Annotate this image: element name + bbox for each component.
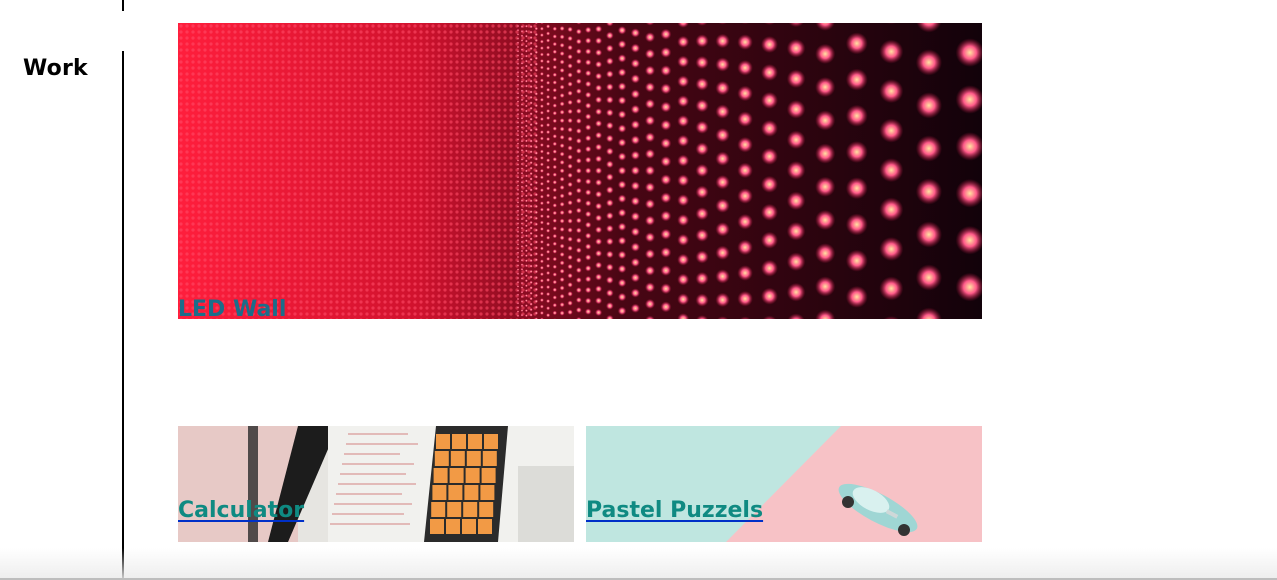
calculator-image — [178, 426, 574, 542]
section-heading-work: Work — [23, 56, 88, 81]
project-card-led-wall[interactable]: LED Wall — [178, 23, 982, 319]
top-rule-fragment — [122, 0, 124, 11]
led-wall-image — [178, 23, 982, 319]
vertical-divider — [122, 51, 124, 580]
pastel-puzzels-image — [586, 426, 982, 542]
project-link-led-wall[interactable]: LED Wall — [178, 297, 286, 319]
window-bottom-shadow — [0, 548, 1277, 580]
project-link-pastel-puzzels[interactable]: Pastel Puzzels — [586, 498, 763, 523]
project-card-calculator[interactable]: Calculator — [178, 426, 574, 542]
project-link-calculator[interactable]: Calculator — [178, 498, 304, 523]
project-card-pastel-puzzels[interactable]: Pastel Puzzels — [586, 426, 982, 542]
